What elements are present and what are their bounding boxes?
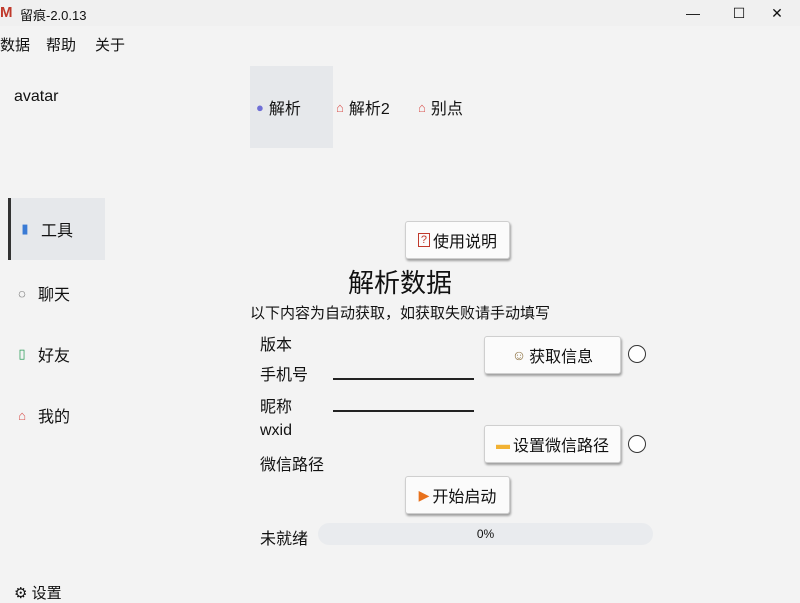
help-button[interactable]: ? 使用说明: [405, 221, 510, 259]
person-icon: ☺: [511, 347, 527, 363]
sidebar-item-contacts[interactable]: ▯ 好友: [8, 323, 102, 385]
start-button[interactable]: ▶ 开始启动: [405, 476, 510, 514]
tab-parse-icon: ●: [256, 99, 264, 115]
help-button-label: 使用说明: [433, 234, 498, 251]
tab-dont-click[interactable]: ⌂ 别点: [418, 66, 482, 148]
help-icon: ?: [417, 233, 431, 247]
version-label: 版本: [260, 337, 293, 354]
page-title: 解析数据: [347, 268, 452, 298]
progress-text: 0%: [476, 527, 495, 541]
set-path-label: 设置微信路径: [512, 438, 609, 455]
folder-icon: ▬: [495, 436, 510, 452]
status-label: 未就绪: [260, 531, 309, 548]
nickname-label: 昵称: [260, 399, 293, 416]
phone-field[interactable]: [333, 378, 474, 380]
tab-parse[interactable]: ● 解析: [250, 66, 333, 148]
wechat-path-label: 微信路径: [260, 457, 325, 474]
minimize-button[interactable]: —: [670, 0, 716, 26]
tab-label: 别点: [430, 101, 463, 118]
maximize-icon: ☐: [732, 4, 746, 21]
home-icon: ⌂: [18, 407, 26, 423]
info-status-radio[interactable]: [628, 345, 646, 363]
window-title: 留痕-2.0.13: [20, 8, 87, 23]
page-subtitle: 以下内容为自动获取，如获取失败请手动填写: [249, 305, 550, 322]
tools-icon: ▮: [21, 221, 29, 236]
set-path-button[interactable]: ▬ 设置微信路径: [484, 425, 621, 463]
gear-icon: ⚙: [14, 585, 28, 602]
path-status-radio[interactable]: [628, 435, 646, 453]
settings-label: 设置: [31, 585, 62, 602]
home-icon: ⌂: [336, 99, 344, 115]
menu-about[interactable]: 关于: [95, 34, 125, 55]
play-icon: ▶: [418, 486, 430, 503]
sidebar-item-tools[interactable]: ▮ 工具: [8, 198, 105, 260]
sidebar-item-label: 好友: [38, 348, 71, 365]
start-button-label: 开始启动: [432, 489, 497, 506]
close-icon: ✕: [771, 4, 783, 21]
menu-data[interactable]: 数据: [0, 34, 30, 55]
avatar[interactable]: avatar: [14, 88, 58, 106]
progress-bar: 0%: [318, 523, 653, 545]
phone-label: 手机号: [260, 367, 309, 384]
minimize-icon: —: [686, 5, 700, 21]
sidebar-item-settings[interactable]: ⚙ 设置: [14, 582, 62, 603]
tab-parse2[interactable]: ⌂ 解析2: [336, 66, 408, 148]
sidebar-item-mine[interactable]: ⌂ 我的: [8, 384, 102, 446]
menu-help[interactable]: 帮助: [46, 34, 76, 55]
menu-bar: 数据 帮助 关于: [0, 28, 800, 58]
sidebar-item-label: 我的: [38, 409, 71, 426]
tab-label: 解析2: [348, 101, 390, 118]
get-info-button[interactable]: ☺ 获取信息: [484, 336, 621, 374]
title-bar: M 留痕-2.0.13 — ☐ ✕: [0, 0, 800, 26]
home-icon: ⌂: [418, 99, 426, 115]
close-button[interactable]: ✕: [754, 0, 800, 26]
contacts-icon: ▯: [18, 346, 26, 361]
get-info-label: 获取信息: [529, 349, 594, 366]
tab-label: 解析: [268, 101, 301, 118]
app-icon: M: [0, 4, 13, 21]
nickname-field[interactable]: [333, 410, 474, 412]
wxid-label: wxid: [260, 422, 293, 439]
sidebar-item-label: 工具: [41, 223, 74, 240]
